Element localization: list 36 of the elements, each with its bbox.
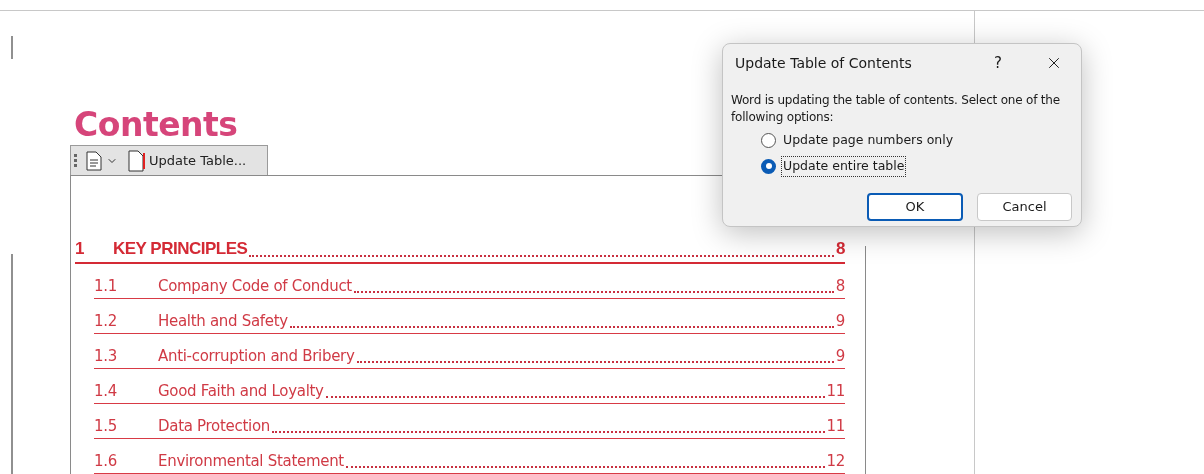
toc-entry-title[interactable]: Data Protection: [158, 414, 270, 437]
radio-button[interactable]: [761, 158, 776, 174]
dialog-title: Update Table of Contents: [735, 53, 913, 73]
toc-entry-title[interactable]: Good Faith and Loyalty: [158, 379, 324, 402]
dialog-button[interactable]: Cancel: [977, 192, 1072, 221]
toc-entry-title[interactable]: Environmental Statement: [158, 449, 344, 472]
toc-number: 1: [75, 237, 85, 260]
contents-heading: Contents: [74, 105, 238, 145]
toc-number: 1.3: [94, 345, 118, 367]
toc-number: 1.5: [94, 415, 118, 437]
update-table-button[interactable]: Update Table...: [128, 149, 247, 172]
toc-page-number: 9: [835, 310, 845, 332]
toc-page-number: 11: [826, 380, 845, 402]
toc-page-number: 9: [835, 345, 845, 367]
radio-option[interactable]: Update entire table: [761, 155, 1073, 177]
radio-button[interactable]: [761, 132, 776, 148]
toc-page-number: 8: [836, 237, 845, 260]
toc-page-number: 11: [826, 415, 845, 437]
grip-icon[interactable]: [74, 152, 78, 169]
toc-entry-title[interactable]: KEY PRINCIPLES: [113, 235, 248, 261]
toc-number: 1.1: [94, 275, 118, 297]
toc-entry-title[interactable]: Anti-corruption and Bribery: [158, 344, 355, 367]
radio-option[interactable]: Update page numbers only: [761, 131, 1073, 150]
document-icon[interactable]: [86, 150, 102, 171]
toc-entry-title[interactable]: Health and Safety: [158, 309, 288, 332]
toc-entry-title[interactable]: Company Code of Conduct: [158, 274, 352, 297]
document-alert-icon: [128, 149, 146, 172]
dialog-button[interactable]: OK: [867, 192, 963, 221]
toc-page-number: 8: [835, 275, 845, 297]
toc-page-number: 12: [826, 450, 845, 472]
help-button[interactable]: ?: [983, 51, 1013, 75]
toc-number: 1.4: [94, 380, 118, 402]
toc-number: 1.6: [94, 450, 118, 472]
text-cursor: [11, 36, 13, 59]
dialog-message: Word is updating the table of contents. Select one of the following options:: [731, 92, 1061, 126]
toc-number: 1.2: [94, 310, 118, 332]
